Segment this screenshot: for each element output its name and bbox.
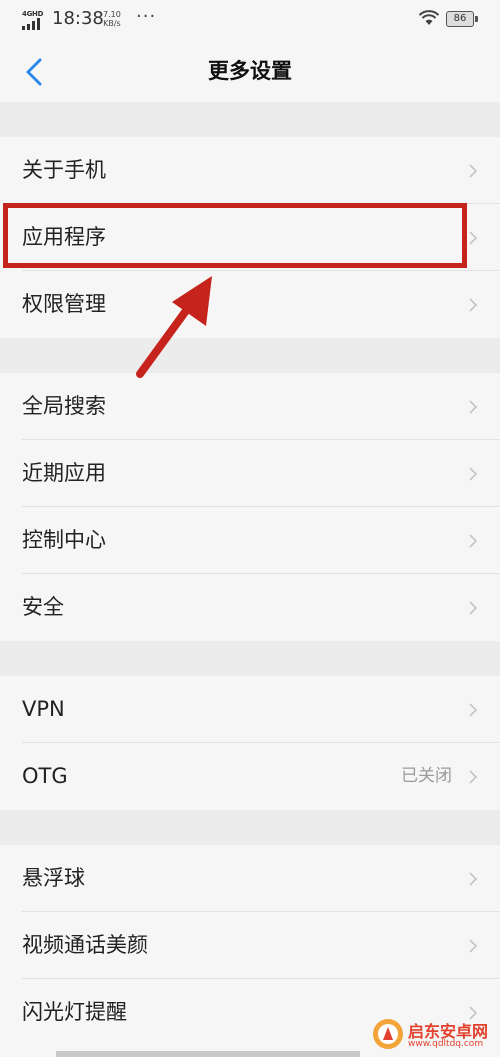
row-video-call-beauty[interactable]: 视频通话美颜 — [0, 912, 500, 979]
chevron-right-icon — [469, 770, 478, 784]
chevron-right-icon — [469, 231, 478, 245]
chevron-right-icon — [469, 164, 478, 178]
row-vpn[interactable]: VPN — [0, 676, 500, 743]
status-bar: 4GHD 18:38 7.10 KB/s ··· 86 — [0, 0, 500, 40]
row-global-search[interactable]: 全局搜索 — [0, 373, 500, 440]
chevron-right-icon — [469, 939, 478, 953]
network-speed: 7.10 KB/s — [103, 10, 121, 28]
bottom-strip — [56, 1051, 360, 1057]
chevron-right-icon — [469, 298, 478, 312]
row-about-phone[interactable]: 关于手机 — [0, 137, 500, 204]
row-label: 权限管理 — [22, 292, 106, 316]
settings-group-2: 全局搜索 近期应用 控制中心 安全 — [0, 373, 500, 641]
more-notifications-icon: ··· — [136, 6, 157, 27]
row-label: VPN — [22, 697, 65, 721]
chevron-right-icon — [469, 601, 478, 615]
section-gap — [0, 102, 500, 137]
row-recent-apps[interactable]: 近期应用 — [0, 440, 500, 507]
settings-group-3: VPN OTG 已关闭 — [0, 676, 500, 810]
chevron-right-icon — [469, 400, 478, 414]
row-permission-management[interactable]: 权限管理 — [0, 271, 500, 338]
row-label: 视频通话美颜 — [22, 933, 148, 957]
row-label: 闪光灯提醒 — [22, 1000, 127, 1024]
section-gap — [0, 641, 500, 676]
chevron-right-icon — [469, 872, 478, 886]
chevron-right-icon — [469, 467, 478, 481]
row-label: 近期应用 — [22, 461, 106, 485]
row-label: 控制中心 — [22, 528, 106, 552]
title-bar: 更多设置 — [0, 40, 500, 102]
row-label: 悬浮球 — [22, 866, 85, 890]
row-label: 安全 — [22, 595, 64, 619]
battery-icon: 86 — [446, 11, 478, 27]
row-otg[interactable]: OTG 已关闭 — [0, 743, 500, 810]
watermark: 启东安卓网 www.qdltdq.com — [370, 1016, 496, 1054]
wifi-icon — [418, 10, 440, 25]
clock: 18:38 — [52, 8, 104, 29]
page-title: 更多设置 — [208, 59, 292, 83]
highlight-box — [3, 203, 467, 268]
chevron-right-icon — [469, 534, 478, 548]
watermark-logo-icon — [373, 1019, 403, 1049]
otg-status: 已关闭 — [401, 766, 452, 786]
row-label: 关于手机 — [22, 158, 106, 182]
row-label: 全局搜索 — [22, 394, 106, 418]
row-control-center[interactable]: 控制中心 — [0, 507, 500, 574]
row-label: OTG — [22, 764, 68, 788]
section-gap — [0, 810, 500, 845]
section-gap — [0, 338, 500, 373]
watermark-url: www.qdltdq.com — [408, 1039, 484, 1049]
signal-icon: 4GHD — [22, 10, 44, 30]
row-security[interactable]: 安全 — [0, 574, 500, 641]
chevron-right-icon — [469, 703, 478, 717]
row-floating-ball[interactable]: 悬浮球 — [0, 845, 500, 912]
